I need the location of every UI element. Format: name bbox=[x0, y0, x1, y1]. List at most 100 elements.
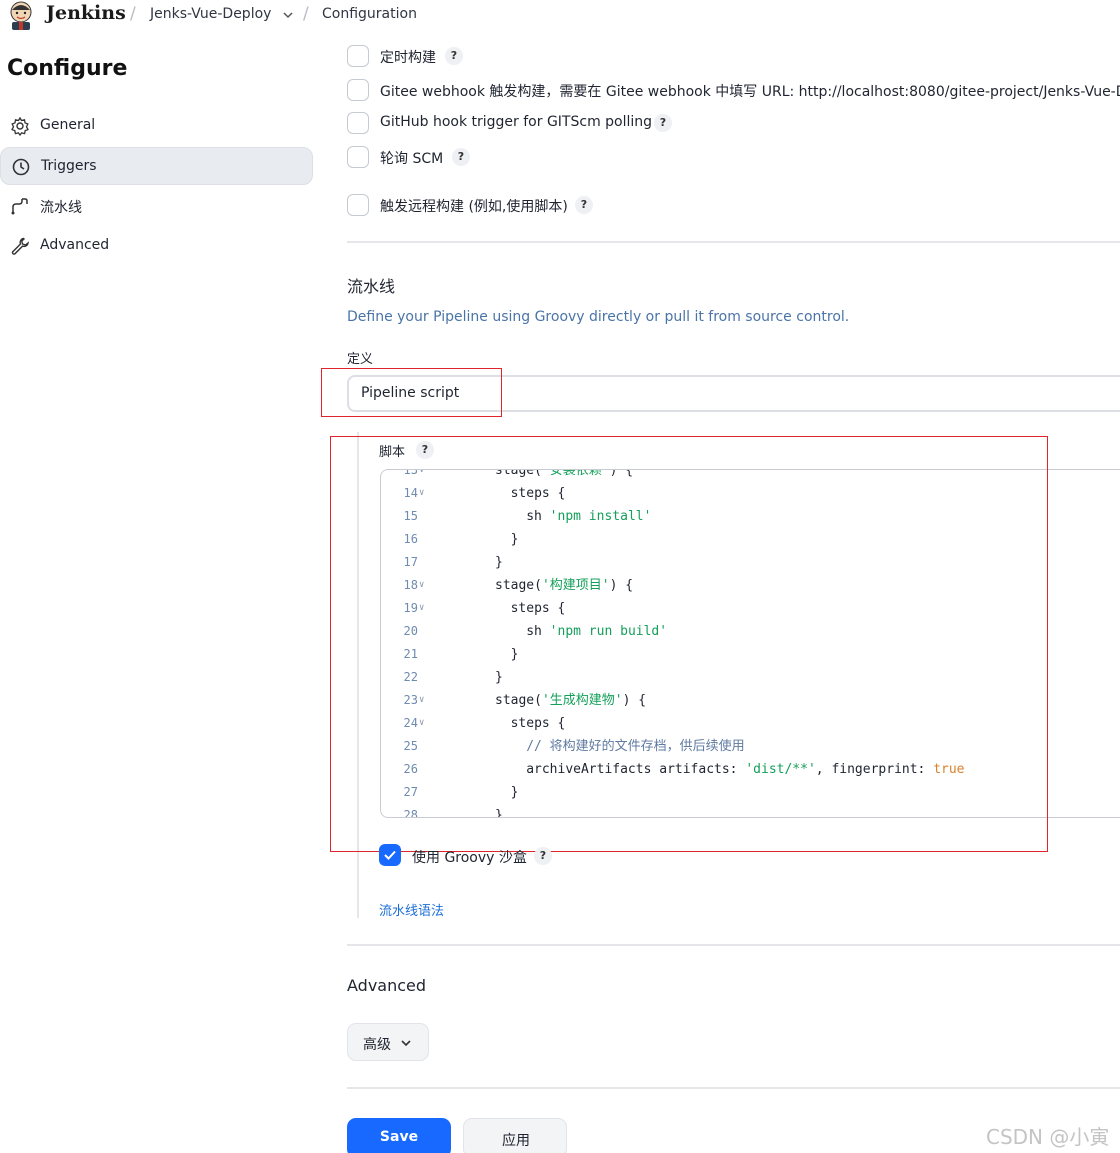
code-line: 24 ∨ steps { bbox=[381, 712, 1120, 735]
jenkins-logo-icon[interactable] bbox=[6, 0, 36, 30]
fold-chevron-icon[interactable]: ∨ bbox=[419, 470, 424, 482]
code-token: steps { bbox=[510, 486, 566, 501]
code-text: } bbox=[511, 781, 519, 804]
code-line: 26 archiveArtifacts artifacts: 'dist/**',… bbox=[381, 758, 1120, 781]
code-line: 16} bbox=[381, 528, 1120, 551]
trigger-label-github-hook: GitHub hook trigger for GITScm polling bbox=[380, 114, 653, 130]
sidebar-item-general[interactable]: General bbox=[0, 107, 313, 145]
code-text: } bbox=[495, 551, 503, 574]
help-icon[interactable]: ? bbox=[575, 196, 593, 214]
code-text: stage('构建项目') { bbox=[495, 574, 633, 597]
code-text: } bbox=[495, 666, 503, 689]
help-icon[interactable]: ? bbox=[445, 47, 463, 65]
code-line: 20 sh 'npm run build' bbox=[381, 620, 1120, 643]
code-text: steps { bbox=[511, 597, 566, 620]
page-title: Configure bbox=[7, 56, 128, 81]
fold-chevron-icon[interactable]: ∨ bbox=[419, 574, 424, 597]
trigger-checkbox-github-hook[interactable] bbox=[347, 112, 369, 134]
code-token: , fingerprint: bbox=[815, 762, 934, 777]
code-token: ) { bbox=[622, 693, 647, 708]
script-label: 脚本 bbox=[379, 445, 406, 460]
code-line: 19 ∨ steps { bbox=[381, 597, 1120, 620]
code-line: 17} bbox=[381, 551, 1120, 574]
line-number: 16 bbox=[403, 532, 418, 546]
breadcrumb-project[interactable]: Jenks-Vue-Deploy bbox=[150, 6, 271, 22]
code-line: 25 // 将构建好的文件存档，供后续使用 bbox=[381, 735, 1120, 758]
fold-chevron-icon[interactable]: ∨ bbox=[419, 689, 424, 712]
code-token: ) { bbox=[609, 578, 634, 593]
chevron-down-icon[interactable] bbox=[282, 9, 294, 21]
apply-button[interactable]: 应用 bbox=[463, 1118, 567, 1153]
trigger-checkbox-scheduled[interactable] bbox=[347, 45, 369, 67]
groovy-sandbox-label: 使用 Groovy 沙盒 bbox=[412, 850, 527, 866]
fold-chevron-icon[interactable]: ∨ bbox=[419, 482, 424, 505]
code-token: '构建项目' bbox=[541, 578, 610, 593]
trigger-checkbox-gitee-webhook[interactable] bbox=[347, 79, 369, 101]
code-line: 21} bbox=[381, 643, 1120, 666]
code-token: steps { bbox=[510, 716, 566, 731]
code-token: stage( bbox=[495, 469, 542, 478]
definition-label: 定义 bbox=[347, 352, 374, 367]
section-divider bbox=[347, 944, 1120, 946]
trigger-checkbox-remote-build[interactable] bbox=[347, 194, 369, 216]
help-icon[interactable]: ? bbox=[534, 847, 552, 865]
line-number: 26 bbox=[403, 762, 418, 776]
definition-select[interactable]: Pipeline script bbox=[347, 375, 1120, 412]
help-icon[interactable]: ? bbox=[654, 114, 672, 132]
save-button[interactable]: Save bbox=[347, 1118, 451, 1153]
code-token: } bbox=[495, 808, 503, 818]
checkmark-icon bbox=[384, 850, 396, 860]
line-number: 24 bbox=[403, 716, 418, 730]
line-number: 27 bbox=[403, 785, 418, 799]
line-number: 25 bbox=[403, 739, 418, 753]
trigger-label-poll-scm: 轮询 SCM bbox=[380, 151, 444, 167]
code-token: } bbox=[510, 647, 519, 662]
code-token: steps { bbox=[510, 601, 566, 616]
code-token: } bbox=[510, 532, 519, 547]
line-number: 14 bbox=[403, 486, 418, 500]
line-number: 20 bbox=[403, 624, 418, 638]
chevron-down-icon bbox=[401, 1040, 411, 1047]
fold-chevron-icon[interactable]: ∨ bbox=[419, 712, 424, 735]
trigger-checkbox-poll-scm[interactable] bbox=[347, 146, 369, 168]
help-icon[interactable]: ? bbox=[416, 441, 434, 459]
pipeline-icon bbox=[11, 198, 28, 215]
code-text: steps { bbox=[511, 712, 566, 735]
trigger-label-remote-build: 触发远程构建 (例如,使用脚本) bbox=[380, 199, 568, 215]
advanced-dropdown-button[interactable]: 高级 bbox=[347, 1023, 429, 1061]
wrench-icon bbox=[11, 237, 29, 255]
breadcrumb-separator: / bbox=[130, 4, 136, 24]
save-button-label: Save bbox=[379, 1129, 419, 1145]
sidebar-item-advanced[interactable]: Advanced bbox=[0, 227, 313, 265]
code-token: sh bbox=[526, 624, 550, 639]
code-text: stage('生成构建物') { bbox=[495, 689, 646, 712]
code-text: stage('安装依赖') { bbox=[495, 469, 633, 482]
code-line: 15 sh 'npm install' bbox=[381, 505, 1120, 528]
line-number: 28 bbox=[403, 808, 418, 818]
code-line: 14 ∨ steps { bbox=[381, 482, 1120, 505]
pipeline-script-editor[interactable]: 13 ∨ stage('安装依赖') {14 ∨ steps {15 sh 'npm in… bbox=[380, 469, 1120, 818]
apply-button-label: 应用 bbox=[502, 1133, 530, 1149]
watermark: CSDN @小寅 bbox=[986, 1125, 1110, 1149]
code-token: '安装依赖' bbox=[541, 469, 610, 478]
sidebar-item-label: Advanced bbox=[40, 237, 110, 253]
code-token: stage( bbox=[495, 578, 542, 593]
code-token: true bbox=[933, 762, 965, 777]
sidebar-item-label: 流水线 bbox=[40, 200, 82, 216]
advanced-button-label: 高级 bbox=[363, 1037, 391, 1053]
definition-selected-value: Pipeline script bbox=[361, 385, 460, 401]
code-token: } bbox=[495, 670, 503, 685]
pipeline-syntax-link[interactable]: 流水线语法 bbox=[379, 900, 444, 919]
trigger-label-gitee-webhook: Gitee webhook 触发构建，需要在 Gitee webhook 中填写… bbox=[380, 84, 1120, 100]
sidebar-item-triggers[interactable]: Triggers bbox=[0, 147, 313, 185]
code-token: '生成构建物' bbox=[541, 693, 623, 708]
groovy-sandbox-checkbox[interactable] bbox=[379, 844, 401, 866]
fold-chevron-icon[interactable]: ∨ bbox=[419, 597, 424, 620]
help-icon[interactable]: ? bbox=[452, 148, 470, 166]
brand-name[interactable]: Jenkins bbox=[46, 2, 126, 24]
code-token: } bbox=[510, 785, 519, 800]
code-text: // 将构建好的文件存档，供后续使用 bbox=[526, 735, 744, 758]
line-number: 17 bbox=[403, 555, 418, 569]
sidebar-item-pipeline[interactable]: 流水线 bbox=[0, 187, 313, 225]
breadcrumb-configuration[interactable]: Configuration bbox=[322, 6, 417, 22]
